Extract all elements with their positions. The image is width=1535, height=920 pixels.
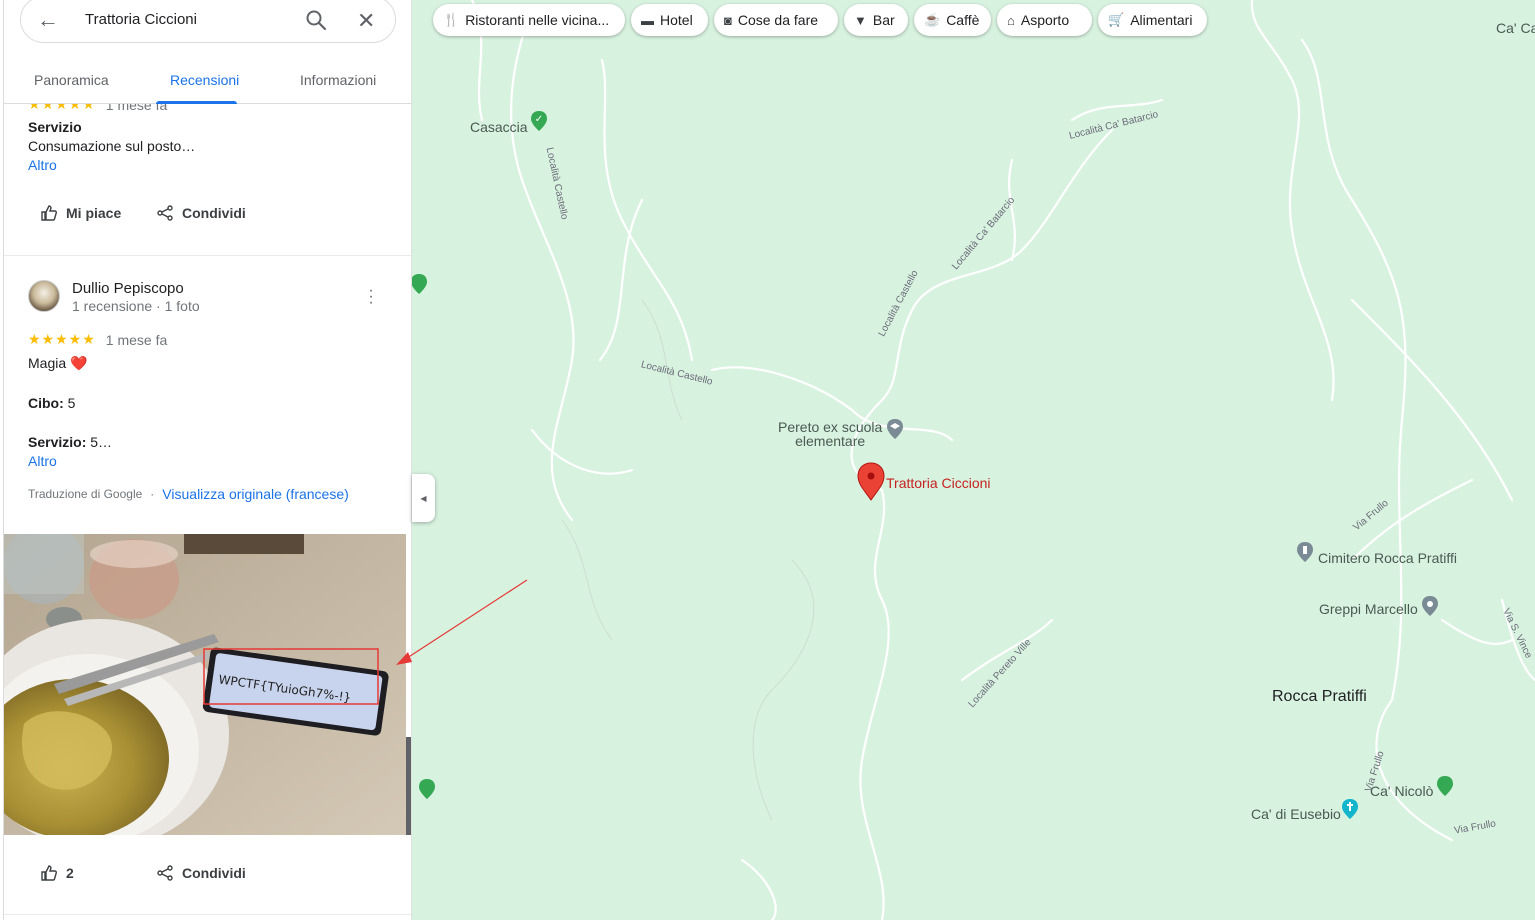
bed-icon: ▬ bbox=[641, 12, 654, 28]
food-value: 5 bbox=[67, 395, 76, 411]
search-icon[interactable] bbox=[305, 9, 327, 31]
tab-overview[interactable]: Panoramica bbox=[34, 72, 109, 88]
search-box[interactable]: ← Trattoria Ciccioni ✕ bbox=[20, 0, 396, 43]
more-options-icon[interactable]: · · · bbox=[366, 283, 376, 311]
search-input[interactable]: Trattoria Ciccioni bbox=[85, 11, 197, 28]
prev-like-button[interactable]: Mi piace bbox=[40, 204, 121, 222]
chip-restaurants-label: Ristoranti nelle vicina... bbox=[465, 12, 610, 28]
hiking-icon[interactable] bbox=[418, 778, 436, 800]
reviewer-name[interactable]: Dullio Pepiscopo bbox=[72, 280, 184, 297]
chip-groceries[interactable]: 🛒 Alimentari bbox=[1098, 4, 1207, 36]
reviewer-meta: 1 recensione · 1 foto bbox=[72, 298, 200, 314]
scrollbar[interactable] bbox=[406, 737, 411, 835]
svg-text:✓: ✓ bbox=[535, 114, 543, 125]
takeout-icon: ⌂ bbox=[1007, 12, 1015, 28]
poi-school-line1: Pereto ex scuola bbox=[778, 419, 883, 435]
thumbs-up-icon bbox=[41, 205, 57, 221]
translation-note: Traduzione di Google bbox=[28, 487, 143, 501]
food-rating: Cibo: 5 bbox=[28, 395, 75, 411]
cemetery-icon[interactable] bbox=[1296, 541, 1314, 563]
review-more-link[interactable]: Altro bbox=[28, 453, 57, 469]
caret-left-icon: ◀ bbox=[420, 493, 427, 503]
poi-ca-eusebio[interactable]: Ca' di Eusebio bbox=[1251, 806, 1341, 822]
service-rating: Servizio: 5… bbox=[28, 434, 112, 450]
thumbs-up-icon bbox=[41, 865, 57, 881]
service-value: 5… bbox=[90, 434, 113, 450]
prev-review-more-link[interactable]: Altro bbox=[28, 157, 57, 173]
like-button[interactable]: 2 bbox=[40, 864, 74, 882]
review-photo[interactable]: WPCTF{TYuioGh7%-!} bbox=[4, 534, 406, 835]
chip-takeout[interactable]: ⌂ Asporto bbox=[997, 4, 1092, 36]
hiking-icon[interactable] bbox=[1436, 775, 1454, 797]
map-canvas[interactable]: ✓ Casaccia Pereto ex scuola elementare T… bbox=[412, 0, 1535, 920]
food-label: Cibo: bbox=[28, 395, 64, 411]
review-rating-row: ★★★★★ 1 mese fa bbox=[28, 331, 167, 348]
view-original-link[interactable]: Visualizza originale (francese) bbox=[162, 486, 349, 502]
chip-coffee-label: Caffè bbox=[946, 12, 980, 28]
poi-cemetery[interactable]: Cimitero Rocca Pratiffi bbox=[1318, 550, 1457, 566]
chip-takeout-label: Asporto bbox=[1020, 12, 1070, 28]
like-count: 2 bbox=[66, 865, 74, 881]
cocktail-icon: ▼ bbox=[854, 12, 867, 28]
camera-icon: ◙ bbox=[724, 12, 732, 28]
cart-icon: 🛒 bbox=[1108, 12, 1125, 27]
chip-bar[interactable]: ▼ Bar bbox=[844, 4, 908, 36]
school-icon[interactable] bbox=[886, 418, 904, 440]
poi-ca-nicolo[interactable]: Ca' Nicolò bbox=[1370, 783, 1433, 799]
poi-greppi[interactable]: Greppi Marcello bbox=[1319, 601, 1418, 617]
active-tab-indicator bbox=[156, 101, 237, 104]
share-button[interactable]: Condividi bbox=[156, 864, 246, 882]
tab-reviews[interactable]: Recensioni bbox=[170, 72, 239, 88]
prev-review-service-label: Servizio bbox=[28, 119, 82, 135]
translation-separator: · bbox=[150, 487, 155, 501]
chip-coffee[interactable]: ☕ Caffè bbox=[914, 4, 991, 36]
hiking-icon[interactable]: ✓ bbox=[530, 110, 548, 132]
fork-knife-icon: 🍴 bbox=[443, 12, 460, 27]
chip-bar-label: Bar bbox=[872, 12, 895, 28]
selected-place-label[interactable]: Trattoria Ciccioni bbox=[886, 475, 991, 491]
place-tabs: Panoramica Recensioni Informazioni bbox=[4, 62, 411, 104]
photo-image: WPCTF{TYuioGh7%-!} bbox=[4, 534, 406, 835]
share-icon bbox=[157, 205, 173, 221]
poi-school[interactable]: Pereto ex scuola elementare bbox=[778, 420, 882, 448]
coffee-icon: ☕ bbox=[924, 12, 941, 27]
review-divider bbox=[4, 255, 411, 256]
chip-groceries-label: Alimentari bbox=[1130, 12, 1193, 28]
review-stars: ★★★★★ bbox=[28, 331, 96, 347]
church-icon[interactable] bbox=[1341, 798, 1359, 820]
town-label: Rocca Pratiffi bbox=[1272, 688, 1367, 705]
chip-things-to-do[interactable]: ◙ Cose da fare bbox=[714, 4, 838, 36]
poi-school-line2: elementare bbox=[795, 433, 866, 449]
prev-like-label: Mi piace bbox=[66, 205, 122, 221]
review-date: 1 mese fa bbox=[105, 331, 168, 348]
close-icon[interactable]: ✕ bbox=[357, 8, 375, 34]
trattoria-pin[interactable] bbox=[857, 462, 885, 501]
share-icon bbox=[157, 865, 173, 881]
prev-share-label: Condividi bbox=[182, 205, 246, 221]
prev-review-service-text: Consumazione sul posto… bbox=[28, 138, 196, 154]
collapse-panel-button[interactable]: ◀ bbox=[412, 474, 435, 522]
review-text: Magia ❤️ bbox=[28, 355, 88, 371]
review-divider-bottom bbox=[4, 914, 411, 915]
chip-hotel[interactable]: ▬ Hotel bbox=[631, 4, 708, 36]
place-icon[interactable] bbox=[1421, 595, 1439, 617]
service-label: Servizio: bbox=[28, 434, 87, 450]
avatar[interactable] bbox=[28, 280, 60, 312]
chip-restaurants[interactable]: 🍴 Ristoranti nelle vicina... bbox=[433, 4, 625, 36]
prev-share-button[interactable]: Condividi bbox=[156, 204, 246, 222]
poi-casaccia[interactable]: Casaccia bbox=[470, 119, 528, 135]
chip-things-label: Cose da fare bbox=[737, 12, 819, 28]
hiking-icon[interactable] bbox=[412, 273, 428, 295]
tab-about[interactable]: Informazioni bbox=[300, 72, 376, 88]
chip-hotel-label: Hotel bbox=[660, 12, 693, 28]
arrow-left-icon[interactable]: ← bbox=[37, 7, 59, 33]
translation-row: Traduzione di Google · Visualizza origin… bbox=[28, 486, 349, 502]
side-panel: ← Trattoria Ciccioni ✕ ★★★★★ 1 mese fa P… bbox=[4, 0, 412, 920]
share-label: Condividi bbox=[182, 865, 246, 881]
poi-ca-top: Ca' Ca bbox=[1496, 20, 1535, 36]
